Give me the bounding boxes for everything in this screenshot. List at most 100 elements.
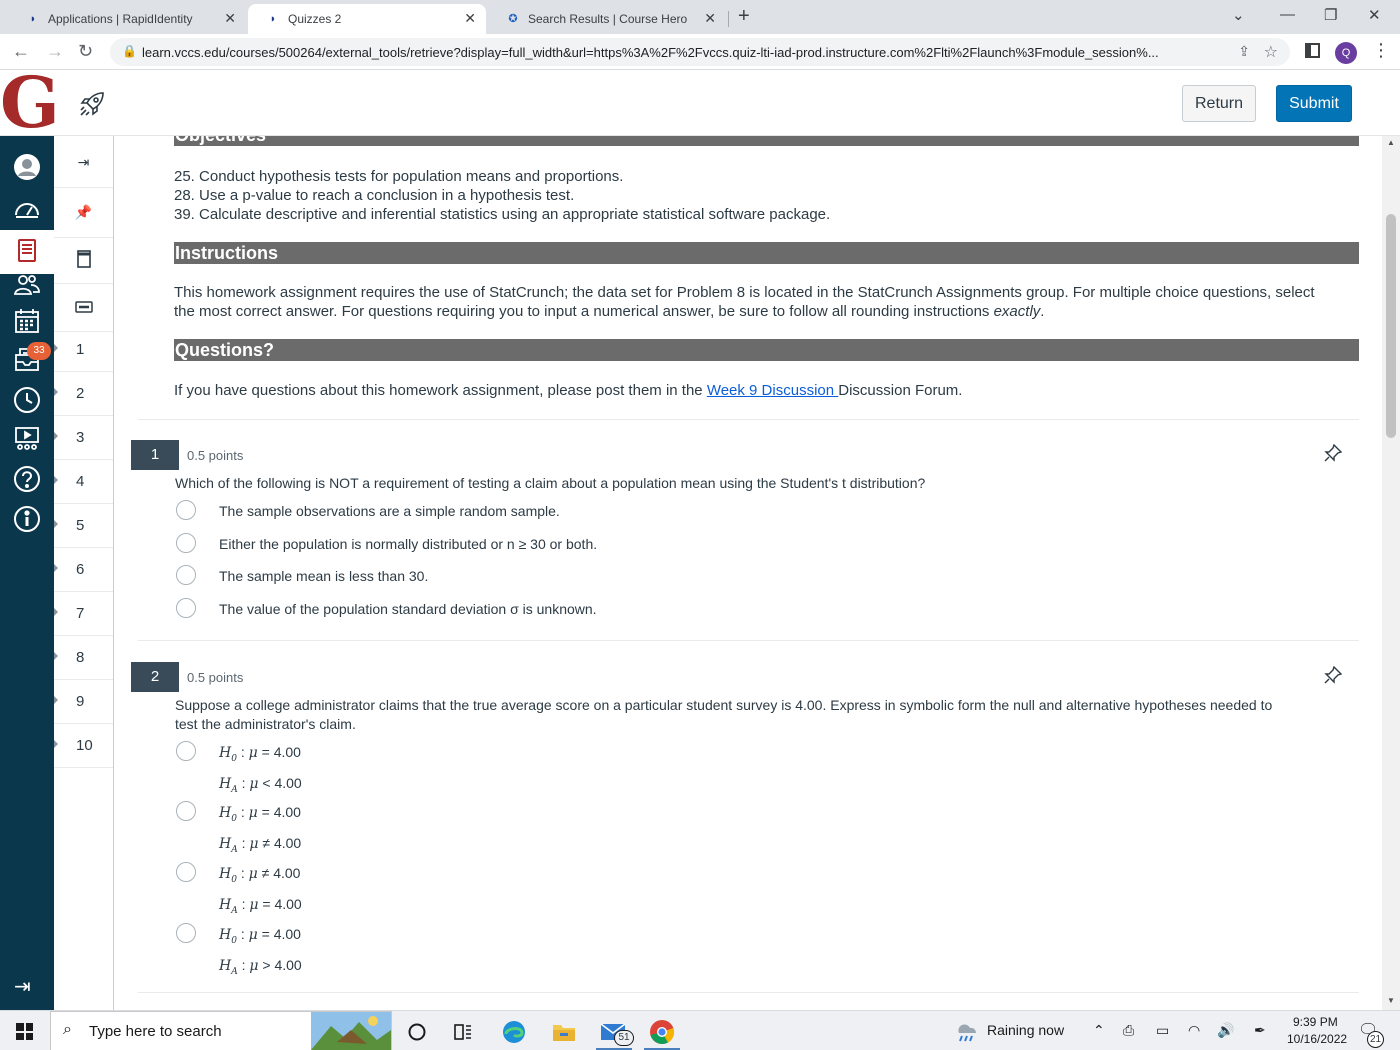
status-triangle-icon xyxy=(54,696,58,704)
chrome-browser-icon[interactable] xyxy=(649,1019,675,1045)
close-tab-icon[interactable]: ✕ xyxy=(704,10,716,27)
windows-taskbar: ⌕ Type here to search 51 Raining now ⌃ ⎙… xyxy=(0,1010,1400,1050)
expand-panel-icon[interactable]: ⇥ xyxy=(54,138,113,188)
tab-search-chevron-icon[interactable]: ⌄ xyxy=(1232,6,1245,24)
meet-now-icon[interactable]: ⎙ xyxy=(1123,1022,1134,1039)
answer-radio[interactable] xyxy=(176,598,196,618)
answer-radio[interactable] xyxy=(176,801,196,821)
show-hidden-icons-chevron-icon[interactable]: ⌃ xyxy=(1093,1022,1105,1039)
scroll-down-arrow-icon[interactable]: ▼ xyxy=(1387,996,1395,1005)
share-icon[interactable]: ⇪ xyxy=(1238,43,1250,60)
question-nav-item[interactable]: 6 xyxy=(54,548,113,592)
reload-icon[interactable]: ↻ xyxy=(78,41,93,62)
inbox-unread-badge: 33 xyxy=(27,342,51,360)
new-tab-button[interactable]: + xyxy=(738,5,750,28)
hypothesis-pair[interactable]: H0 : μ = 4.00 HA : μ ≠ 4.00 xyxy=(219,800,301,862)
answer-radio[interactable] xyxy=(176,923,196,943)
groups-icon[interactable] xyxy=(12,270,42,300)
page-scrollbar[interactable]: ▲ ▼ xyxy=(1382,136,1400,1010)
taskbar-clock-time[interactable]: 9:39 PM xyxy=(1293,1015,1338,1029)
question-nav-item[interactable]: 1 xyxy=(54,328,113,372)
institution-logo[interactable]: G xyxy=(0,68,60,138)
answer-label[interactable]: Either the population is normally distri… xyxy=(219,536,597,552)
answer-radio[interactable] xyxy=(176,862,196,882)
pin-question-icon[interactable] xyxy=(1324,665,1343,689)
answer-radio[interactable] xyxy=(176,500,196,520)
url-input[interactable]: 🔒 learn.vccs.edu/courses/500264/external… xyxy=(110,38,1290,66)
pen-ink-icon[interactable]: ✒ xyxy=(1254,1022,1266,1039)
edge-browser-icon[interactable] xyxy=(501,1019,527,1045)
answer-label[interactable]: The value of the population standard dev… xyxy=(219,601,597,617)
bookmark-star-icon[interactable]: ☆ xyxy=(1264,42,1278,62)
question-nav-item[interactable]: 10 xyxy=(54,724,113,768)
account-icon[interactable] xyxy=(12,152,42,182)
h0-value: = 4.00 xyxy=(261,744,301,760)
question-navigator: ⇥ 📌 1 2 3 4 5 6 7 8 9 10 xyxy=(54,136,114,1010)
pin-icon[interactable]: 📌 xyxy=(54,188,113,238)
browser-menu-icon[interactable]: ⋮ xyxy=(1372,40,1390,61)
hypothesis-pair[interactable]: H0 : μ = 4.00 HA : μ < 4.00 xyxy=(219,740,302,802)
cortana-icon[interactable] xyxy=(404,1019,430,1045)
weather-status[interactable]: Raining now xyxy=(987,1022,1064,1038)
pin-question-icon[interactable] xyxy=(1324,443,1343,467)
objective-item: 25. Conduct hypothesis tests for populat… xyxy=(174,168,624,185)
submit-button[interactable]: Submit xyxy=(1276,85,1352,122)
week9-discussion-link[interactable]: Week 9 Discussion xyxy=(707,382,838,399)
tab-rapididentity[interactable]: ◗ Applications | RapidIdentity ✕ xyxy=(8,4,246,34)
answer-radio[interactable] xyxy=(176,741,196,761)
minimize-icon[interactable]: — xyxy=(1280,6,1295,23)
global-navigation: 33 ⇥ xyxy=(0,136,54,1010)
help-icon[interactable] xyxy=(12,464,42,494)
weather-rain-icon[interactable] xyxy=(954,1019,980,1045)
courses-icon[interactable] xyxy=(12,236,42,266)
answer-label[interactable]: The sample mean is less than 30. xyxy=(219,568,428,584)
hypothesis-pair[interactable]: H0 : μ = 4.00 HA : μ > 4.00 xyxy=(219,922,302,984)
objective-item: 39. Calculate descriptive and inferentia… xyxy=(174,206,831,223)
close-window-icon[interactable]: ✕ xyxy=(1368,6,1381,24)
task-view-icon[interactable] xyxy=(450,1019,476,1045)
scroll-thumb[interactable] xyxy=(1386,214,1396,438)
taskbar-search-box[interactable]: ⌕ Type here to search xyxy=(50,1011,392,1050)
question-nav-item[interactable]: 7 xyxy=(54,592,113,636)
question-nav-item[interactable]: 4 xyxy=(54,460,113,504)
question-nav-item[interactable]: 3 xyxy=(54,416,113,460)
forward-arrow-icon[interactable]: → xyxy=(46,41,64,62)
expand-nav-icon[interactable]: ⇥ xyxy=(14,974,31,999)
bookmark-icon[interactable] xyxy=(54,234,113,284)
file-explorer-icon[interactable] xyxy=(551,1019,577,1045)
restore-icon[interactable]: ❐ xyxy=(1324,6,1337,24)
side-panel-icon[interactable] xyxy=(1305,43,1320,58)
calendar-icon[interactable] xyxy=(12,306,42,336)
wifi-icon[interactable]: ◠ xyxy=(1188,1022,1200,1039)
canvas-favicon-icon: ◗ xyxy=(29,13,37,25)
question-nav-item[interactable]: 9 xyxy=(54,680,113,724)
calculator-icon[interactable] xyxy=(54,282,113,332)
status-triangle-icon xyxy=(54,344,58,352)
battery-icon[interactable]: ▭ xyxy=(1156,1022,1169,1039)
info-icon[interactable] xyxy=(12,504,42,534)
answer-label[interactable]: The sample observations are a simple ran… xyxy=(219,503,560,519)
ha-value: ≠ 4.00 xyxy=(262,834,302,851)
studio-icon[interactable] xyxy=(12,424,42,454)
scroll-up-arrow-icon[interactable]: ▲ xyxy=(1387,138,1395,147)
ha-value: = 4.00 xyxy=(262,895,302,912)
taskbar-clock-date[interactable]: 10/16/2022 xyxy=(1287,1032,1347,1046)
close-tab-icon[interactable]: ✕ xyxy=(224,10,236,27)
windows-start-icon[interactable] xyxy=(16,1023,33,1040)
question-nav-item[interactable]: 5 xyxy=(54,504,113,548)
answer-radio[interactable] xyxy=(176,565,196,585)
back-arrow-icon[interactable]: ← xyxy=(12,41,30,62)
close-tab-icon[interactable]: ✕ xyxy=(464,10,476,27)
help-text: Discussion Forum. xyxy=(838,382,963,399)
volume-icon[interactable]: 🔊 xyxy=(1217,1022,1234,1039)
hypothesis-pair[interactable]: H0 : μ ≠ 4.00 HA : μ = 4.00 xyxy=(219,861,302,923)
question-nav-item[interactable]: 2 xyxy=(54,372,113,416)
tab-quizzes[interactable]: ◗ Quizzes 2 ✕ xyxy=(248,4,486,34)
question-nav-item[interactable]: 8 xyxy=(54,636,113,680)
history-clock-icon[interactable] xyxy=(12,385,42,415)
return-button[interactable]: Return xyxy=(1182,85,1256,122)
tab-course-hero[interactable]: ✪ Search Results | Course Hero ✕ xyxy=(488,4,726,34)
profile-avatar[interactable]: Q xyxy=(1335,42,1357,64)
answer-radio[interactable] xyxy=(176,533,196,553)
dashboard-icon[interactable] xyxy=(12,194,42,224)
